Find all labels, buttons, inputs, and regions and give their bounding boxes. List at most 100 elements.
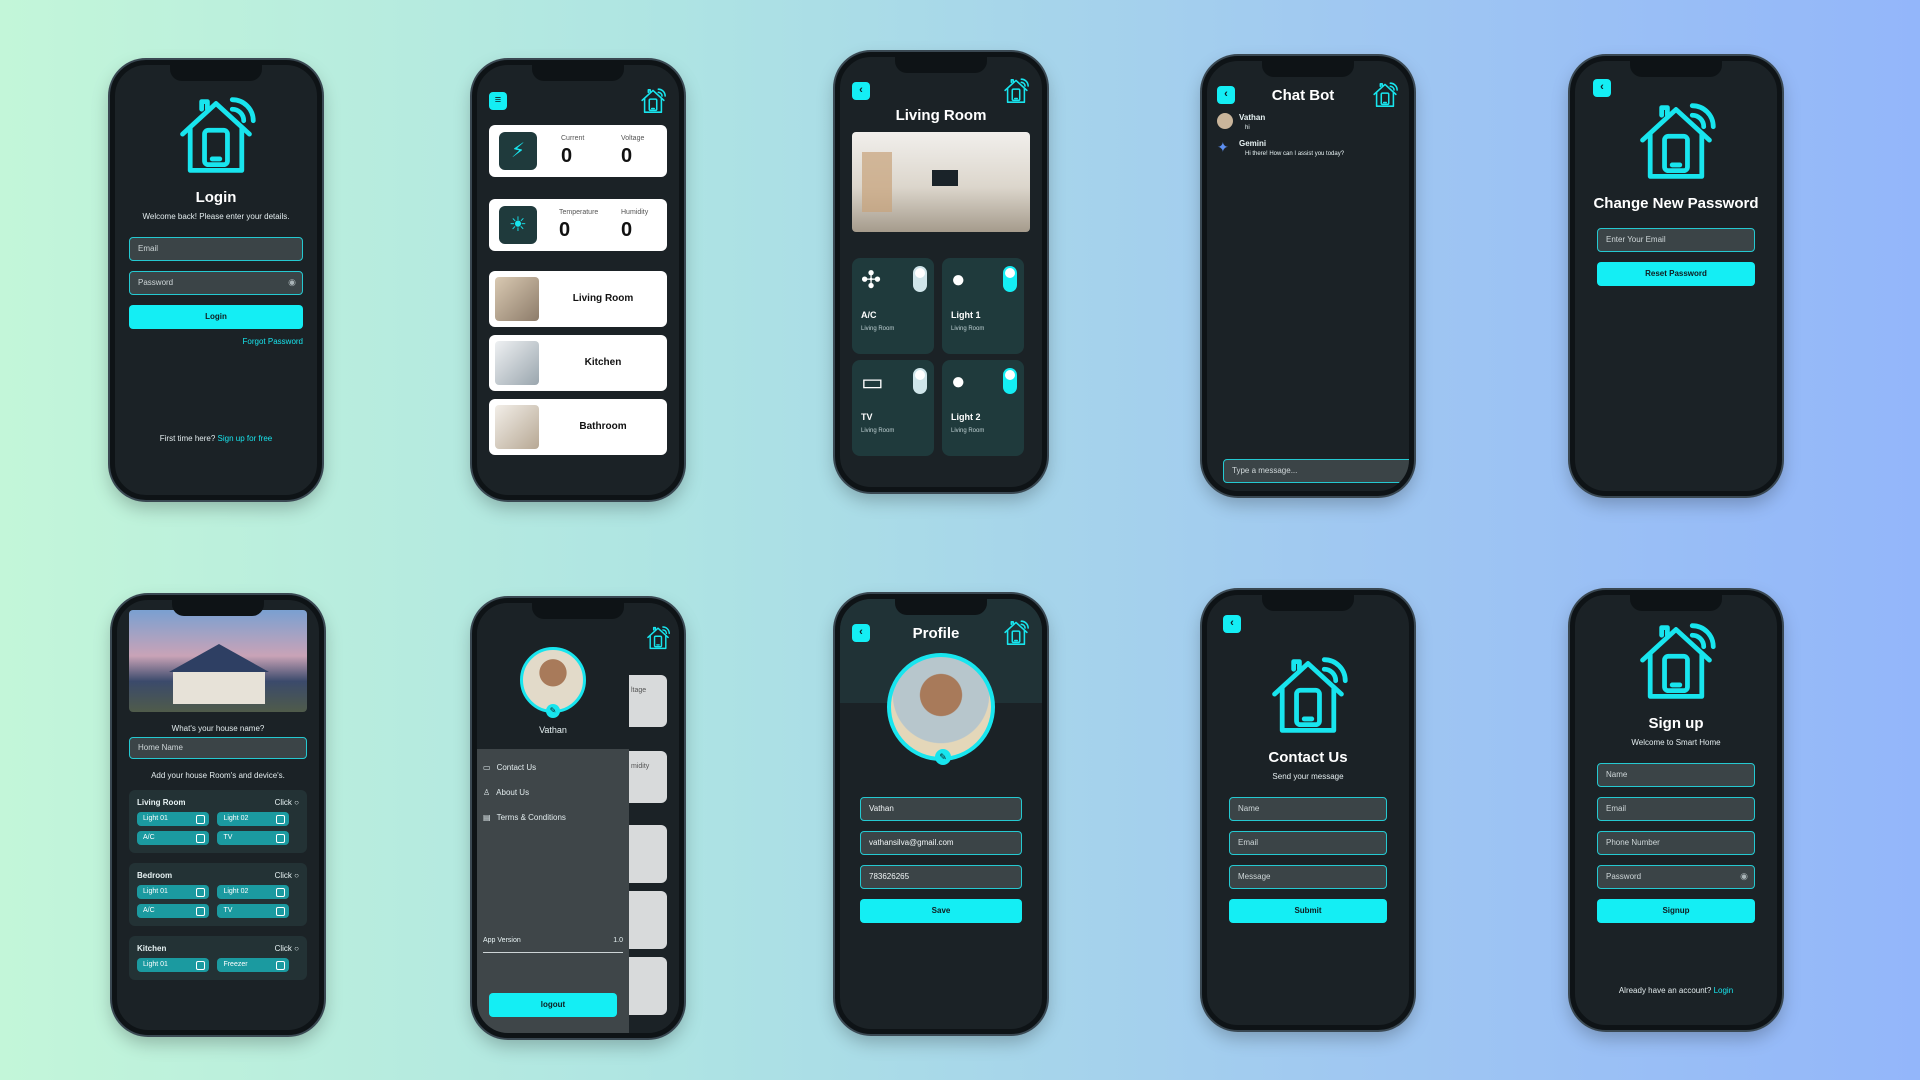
device-card-ac[interactable]: ✣ A/C Living Room [852,258,934,354]
app-version: App Version 1.0 [483,937,623,953]
app-logo-icon [647,626,670,650]
footer-text: Already have an account? [1618,986,1712,995]
device-chip[interactable]: Light 02 [217,885,290,899]
back-button[interactable]: ‹ [1593,79,1611,97]
device-chip[interactable]: Freezer [217,958,290,972]
subtitle: Send your message [1272,772,1344,781]
device-chip[interactable]: Light 01 [137,958,209,972]
device-card-tv[interactable]: ▭ TV Living Room [852,360,934,456]
password-field[interactable]: Password ◉ [1597,865,1755,889]
edit-icon[interactable]: ✎ [935,749,951,765]
reset-password-button[interactable]: Reset Password [1597,262,1755,286]
chat-message: Vathan hi [1217,113,1399,131]
device-card-light1[interactable]: ● Light 1 Living Room [942,258,1024,354]
click-radio[interactable]: Click ○ [275,798,299,807]
name-field[interactable]: Name [1597,763,1755,787]
avatar [1217,113,1233,129]
person-icon: ♙ [483,788,491,797]
phone-field[interactable]: 783626265 [860,865,1022,889]
password-placeholder: Password [1606,872,1642,881]
room-block-kitchen: Kitchen Click ○ Light 01 Freezer [129,936,307,980]
back-button[interactable]: ‹ [1217,86,1235,104]
room-thumbnail [495,341,539,385]
device-chip[interactable]: A/C [137,904,209,918]
click-radio[interactable]: Click ○ [275,944,299,953]
phone-dashboard: ≡ ⚡ Current 0 Voltage 0 ☀ Temperature 0 … [472,60,684,500]
login-button[interactable]: Login [129,305,303,329]
eye-icon[interactable]: ◉ [288,272,296,293]
device-toggle[interactable] [913,266,927,292]
room-name: Kitchen [137,944,167,953]
device-chip[interactable]: Light 01 [137,812,209,826]
submit-button[interactable]: Submit [1229,899,1387,923]
logout-button[interactable]: logout [489,993,617,1017]
home-name-field[interactable]: Home Name [129,737,307,759]
message-input[interactable]: Type a message... ➤ [1223,459,1414,483]
click-radio[interactable]: Click ○ [275,871,299,880]
forgot-password-link[interactable]: Forgot Password [129,337,303,346]
room-card-kitchen[interactable]: Kitchen [489,335,667,391]
app-logo-icon [1373,82,1398,107]
device-chip[interactable]: TV [217,831,290,845]
send-icon[interactable]: ➤ [1410,460,1414,481]
signup-button[interactable]: Signup [1597,899,1755,923]
peek-card [627,891,667,949]
voltage-value: 0 [621,145,633,167]
room-name: Bedroom [137,871,173,880]
name-field[interactable]: Name [1229,797,1387,821]
email-field[interactable]: Enter Your Email [1597,228,1755,252]
eye-icon[interactable]: ◉ [1740,866,1748,887]
page-title: Profile [912,624,960,642]
chat-icon: ▭ [483,763,491,772]
menu-item-terms[interactable]: ▤ Terms & Conditions [477,805,629,830]
document-icon: ▤ [483,813,491,822]
message-field[interactable]: Message [1229,865,1387,889]
name-field[interactable]: Vathan [860,797,1022,821]
password-placeholder: Password [138,278,174,287]
device-name: A/C [861,310,877,320]
profile-avatar: ✎ [887,653,995,765]
device-name: TV [861,412,873,422]
menu-list: ▭ Contact Us ♙ About Us ▤ Terms & Condition… [477,749,629,1033]
room-card-living[interactable]: Living Room [489,271,667,327]
notch [895,57,987,73]
device-card-light2[interactable]: ● Light 2 Living Room [942,360,1024,456]
device-chip[interactable]: TV [217,904,290,918]
device-chip[interactable]: Light 01 [137,885,209,899]
password-field[interactable]: Password ◉ [129,271,303,295]
device-chip[interactable]: Light 02 [217,812,290,826]
email-field[interactable]: Email [1229,831,1387,855]
back-button[interactable]: ‹ [1223,615,1241,633]
device-toggle[interactable] [913,368,927,394]
notch [172,600,264,616]
email-field[interactable]: Email [1597,797,1755,821]
menu-item-contact[interactable]: ▭ Contact Us [477,755,629,780]
app-logo-icon [1265,653,1351,739]
email-field[interactable]: Email [129,237,303,261]
edit-icon[interactable]: ✎ [546,704,560,718]
device-name: Light 1 [951,310,981,320]
device-name: Light 2 [951,412,981,422]
device-room: Living Room [951,326,985,332]
device-toggle[interactable] [1003,266,1017,292]
login-link[interactable]: Login [1714,986,1734,995]
save-button[interactable]: Save [860,899,1022,923]
house-photo [129,610,307,712]
app-logo-icon [173,93,259,179]
house-question: What's your house name? [171,724,265,733]
menu-button[interactable]: ≡ [489,92,507,110]
room-thumbnail [495,405,539,449]
room-block-living: Living Room Click ○ Light 01 Light 02 A/… [129,790,307,853]
email-field[interactable]: vathansilva@gmail.com [860,831,1022,855]
chat-message: ✦ Gemini Hi there! How can I assist you … [1217,139,1399,157]
back-button[interactable]: ‹ [852,82,870,100]
menu-item-about[interactable]: ♙ About Us [477,780,629,805]
room-card-bathroom[interactable]: Bathroom [489,399,667,455]
user-name: Vathan [539,725,567,735]
device-chip[interactable]: A/C [137,831,209,845]
phone-field[interactable]: Phone Number [1597,831,1755,855]
back-button[interactable]: ‹ [852,624,870,642]
phone-setup: What's your house name? Home Name Add yo… [112,595,324,1035]
device-toggle[interactable] [1003,368,1017,394]
signup-link[interactable]: Sign up for free [218,434,273,443]
